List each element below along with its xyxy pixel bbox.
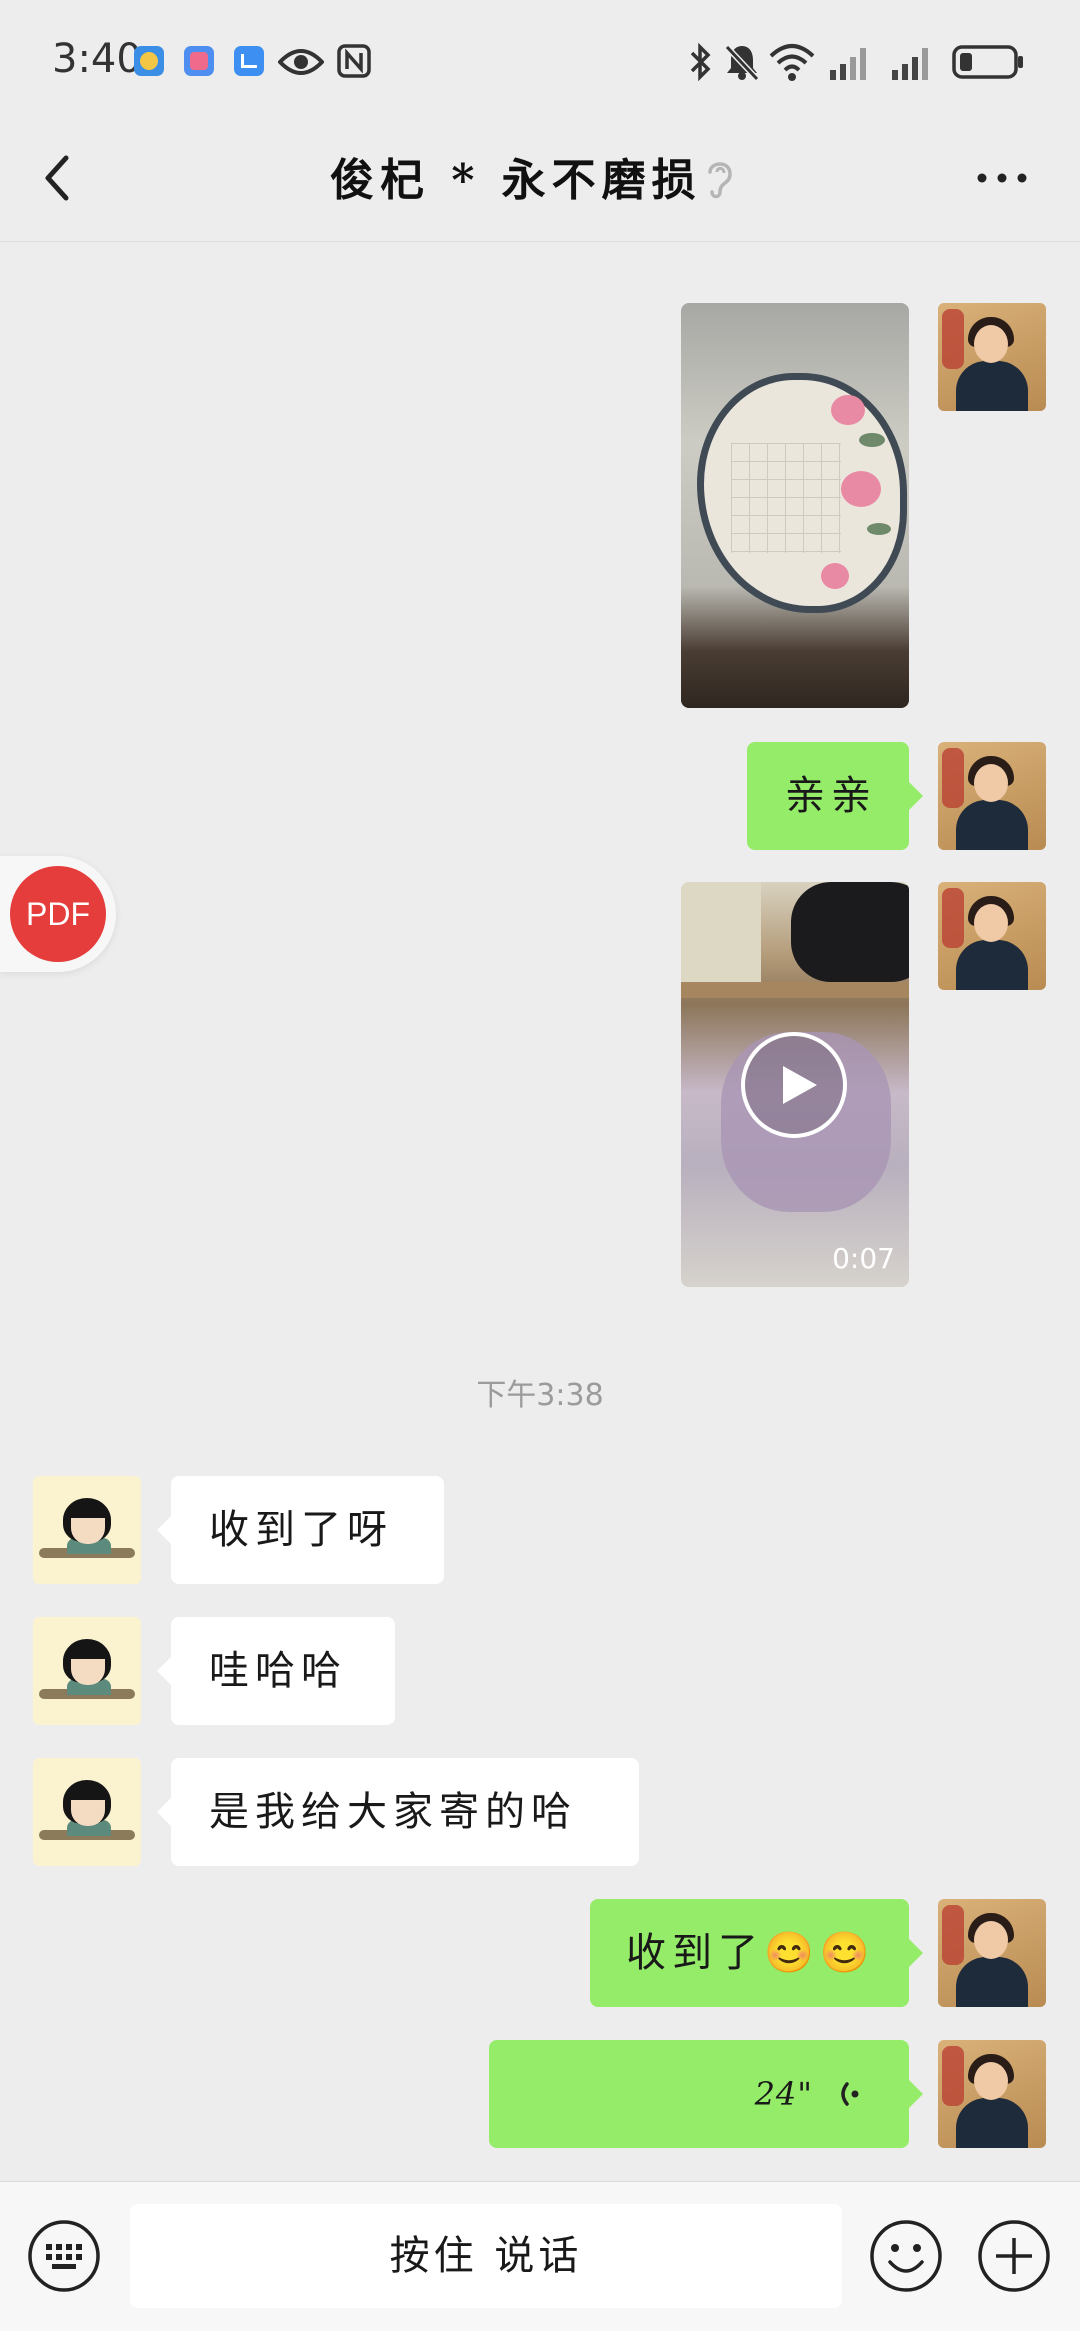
message-text: 收到了呀	[209, 1507, 393, 1553]
signal-icon	[830, 48, 866, 80]
status-bar: 3:40	[0, 0, 1080, 120]
my-avatar[interactable]	[938, 2040, 1046, 2148]
mute-icon	[724, 44, 760, 82]
photo-message[interactable]	[681, 303, 909, 708]
wifi-icon	[769, 44, 815, 81]
app-notification-icon	[134, 46, 164, 76]
keyboard-icon[interactable]	[26, 2218, 102, 2294]
translate-app-icon	[234, 46, 264, 76]
message-text: 哇哈哈	[209, 1648, 347, 1694]
video-message[interactable]: 0:07	[681, 882, 909, 1287]
pdf-floating-button[interactable]: PDF	[0, 856, 116, 972]
message-text: 是我给大家寄的哈	[209, 1789, 577, 1835]
eye-icon	[278, 49, 324, 75]
chat-header: 俊杞 * 永不磨损	[0, 120, 1080, 242]
voice-wave-icon	[841, 2082, 859, 2106]
message-bubble[interactable]: 收到了呀	[157, 1476, 444, 1584]
friend-avatar[interactable]	[33, 1476, 141, 1584]
app-notification-icon	[184, 46, 214, 76]
my-avatar[interactable]	[938, 742, 1046, 850]
chat-title: 俊杞 * 永不磨损	[330, 155, 702, 206]
battery-icon	[952, 45, 1023, 79]
message-text: 亲亲	[785, 773, 877, 819]
signal-icon	[892, 48, 928, 80]
pdf-label: PDF	[10, 866, 106, 962]
message-bubble[interactable]: 是我给大家寄的哈	[157, 1758, 639, 1866]
friend-avatar[interactable]	[33, 1758, 141, 1866]
time-stamp: 下午3:38	[476, 1378, 604, 1413]
play-icon[interactable]	[739, 1030, 849, 1140]
message-bubble[interactable]: 哇哈哈	[157, 1617, 395, 1725]
emoji-icon[interactable]	[868, 2218, 944, 2294]
input-bar: 按住 说话	[0, 2181, 1080, 2331]
message-text: 收到了😊😊	[626, 1930, 876, 1976]
nfc-icon	[337, 44, 371, 78]
hold-to-talk-button[interactable]: 按住 说话	[130, 2204, 842, 2308]
my-avatar[interactable]	[938, 1899, 1046, 2007]
message-bubble[interactable]: 亲亲	[747, 742, 923, 850]
video-duration: 0:07	[832, 1242, 895, 1275]
chevron-left-icon[interactable]	[36, 146, 80, 210]
my-avatar[interactable]	[938, 882, 1046, 990]
more-dots-icon[interactable]	[972, 160, 1032, 196]
friend-avatar[interactable]	[33, 1617, 141, 1725]
voice-duration: 24"	[754, 2075, 813, 2113]
ear-icon	[708, 162, 732, 199]
message-bubble[interactable]: 收到了😊😊	[590, 1899, 923, 2007]
status-time: 3:40	[52, 36, 142, 82]
plus-icon[interactable]	[976, 2218, 1052, 2294]
my-avatar[interactable]	[938, 303, 1046, 411]
bluetooth-icon	[690, 42, 711, 82]
voice-message-bubble[interactable]: 24"	[489, 2040, 923, 2148]
